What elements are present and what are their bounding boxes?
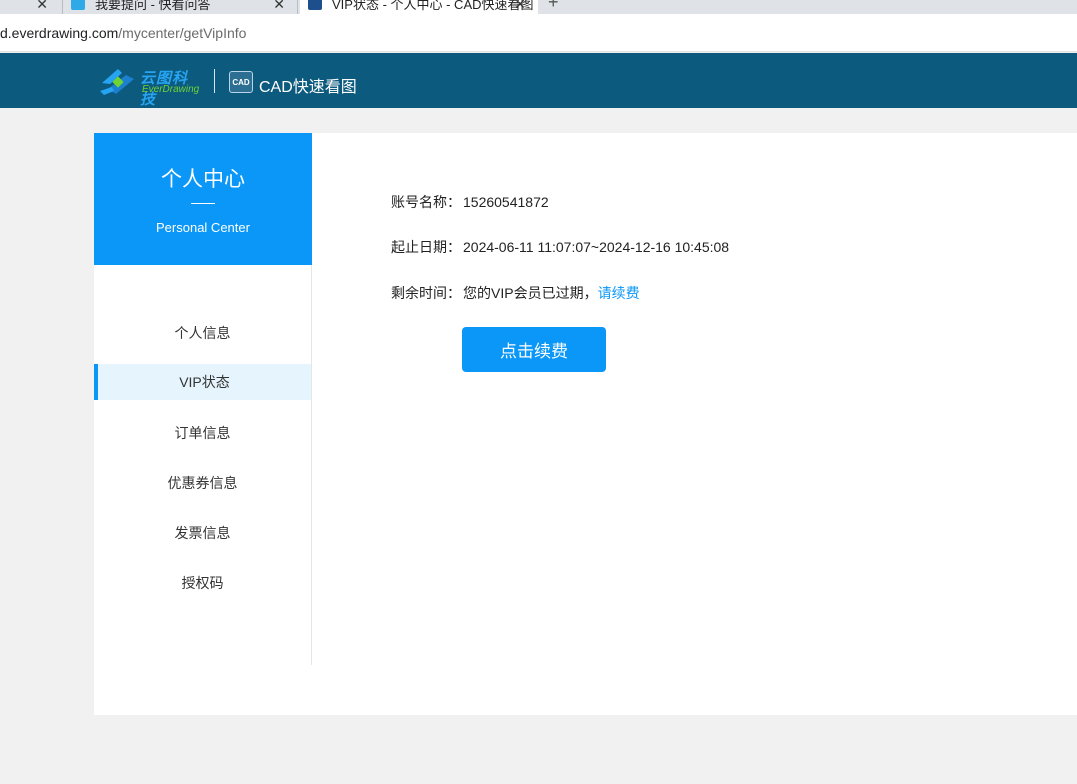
sidebar-item-license-code[interactable]: 授权码 <box>94 565 311 601</box>
renew-link[interactable]: 请续费 <box>598 285 640 301</box>
period-value: 2024-06-11 11:07:07~2024-12-16 10:45:08 <box>463 239 730 255</box>
sidebar-item-vip-status[interactable]: VIP状态 <box>94 364 311 400</box>
browser-tab[interactable]: 我要提问 - 快看问答 ✕ <box>62 0 298 14</box>
sidebar-title: 个人中心 <box>161 168 245 191</box>
sidebar-divider <box>191 203 215 204</box>
browser-tab[interactable]: ✕ <box>0 0 60 14</box>
app-title[interactable]: CAD快速看图 <box>259 73 357 97</box>
new-tab-button[interactable]: + <box>548 0 559 13</box>
sidebar-item-invoice-info[interactable]: 发票信息 <box>94 515 311 551</box>
sidebar-header: 个人中心 Personal Center <box>94 133 312 265</box>
logo-text-en: EverDrawing <box>142 84 200 95</box>
sidebar-item-personal-info[interactable]: 个人信息 <box>94 315 311 351</box>
url-host: d.everdrawing.com <box>0 25 119 41</box>
period-label: 起止日期： <box>391 239 461 255</box>
remaining-label: 剩余时间： <box>391 285 461 301</box>
sidebar-item-order-info[interactable]: 订单信息 <box>94 415 311 451</box>
cad-favicon-icon <box>308 0 322 10</box>
renew-button[interactable]: 点击续费 <box>462 327 606 372</box>
remaining-value: 您的VIP会员已过期， <box>463 285 598 301</box>
browser-tab-active[interactable]: VIP状态 - 个人中心 - CAD快速看图 ✕ <box>300 0 538 14</box>
url-path: /mycenter/getVipInfo <box>118 25 247 41</box>
tab-close-icon[interactable]: ✕ <box>36 0 48 13</box>
url-text[interactable]: d.everdrawing.com/mycenter/getVipInfo <box>0 25 246 41</box>
everdrawing-logo[interactable]: 云图科技 EverDrawing <box>100 67 202 108</box>
browser-tab-strip: ✕ 我要提问 - 快看问答 ✕ VIP状态 - 个人中心 - CAD快速看图 ✕… <box>0 0 1077 14</box>
tab-close-icon[interactable]: ✕ <box>514 0 526 13</box>
personal-center-card: 个人中心 Personal Center 个人信息 VIP状态 订单信息 优惠券… <box>94 133 1077 715</box>
logo-mark-icon <box>100 69 134 95</box>
account-label: 账号名称： <box>391 194 461 210</box>
site-header: 云图科技 EverDrawing CAD CAD快速看图 <box>0 53 1077 108</box>
period-row: 起止日期： 2024-06-11 11:07:07~2024-12-16 10:4… <box>391 237 729 257</box>
remaining-row: 剩余时间： 您的VIP会员已过期，请续费 <box>391 283 640 303</box>
sidebar-subtitle: Personal Center <box>156 220 250 235</box>
header-divider <box>214 69 215 93</box>
tab-title: 我要提问 - 快看问答 <box>95 0 211 12</box>
cad-app-icon: CAD <box>229 71 253 93</box>
tab-title: VIP状态 - 个人中心 - CAD快速看图 <box>332 0 534 12</box>
sidebar-item-coupon-info[interactable]: 优惠券信息 <box>94 465 311 501</box>
sidebar-border <box>311 265 312 665</box>
account-row: 账号名称： 15260541872 <box>391 192 549 212</box>
address-bar[interactable]: d.everdrawing.com/mycenter/getVipInfo <box>0 14 1077 52</box>
tab-close-icon[interactable]: ✕ <box>273 0 285 13</box>
qa-favicon-icon <box>71 0 85 10</box>
account-value: 15260541872 <box>463 194 549 210</box>
